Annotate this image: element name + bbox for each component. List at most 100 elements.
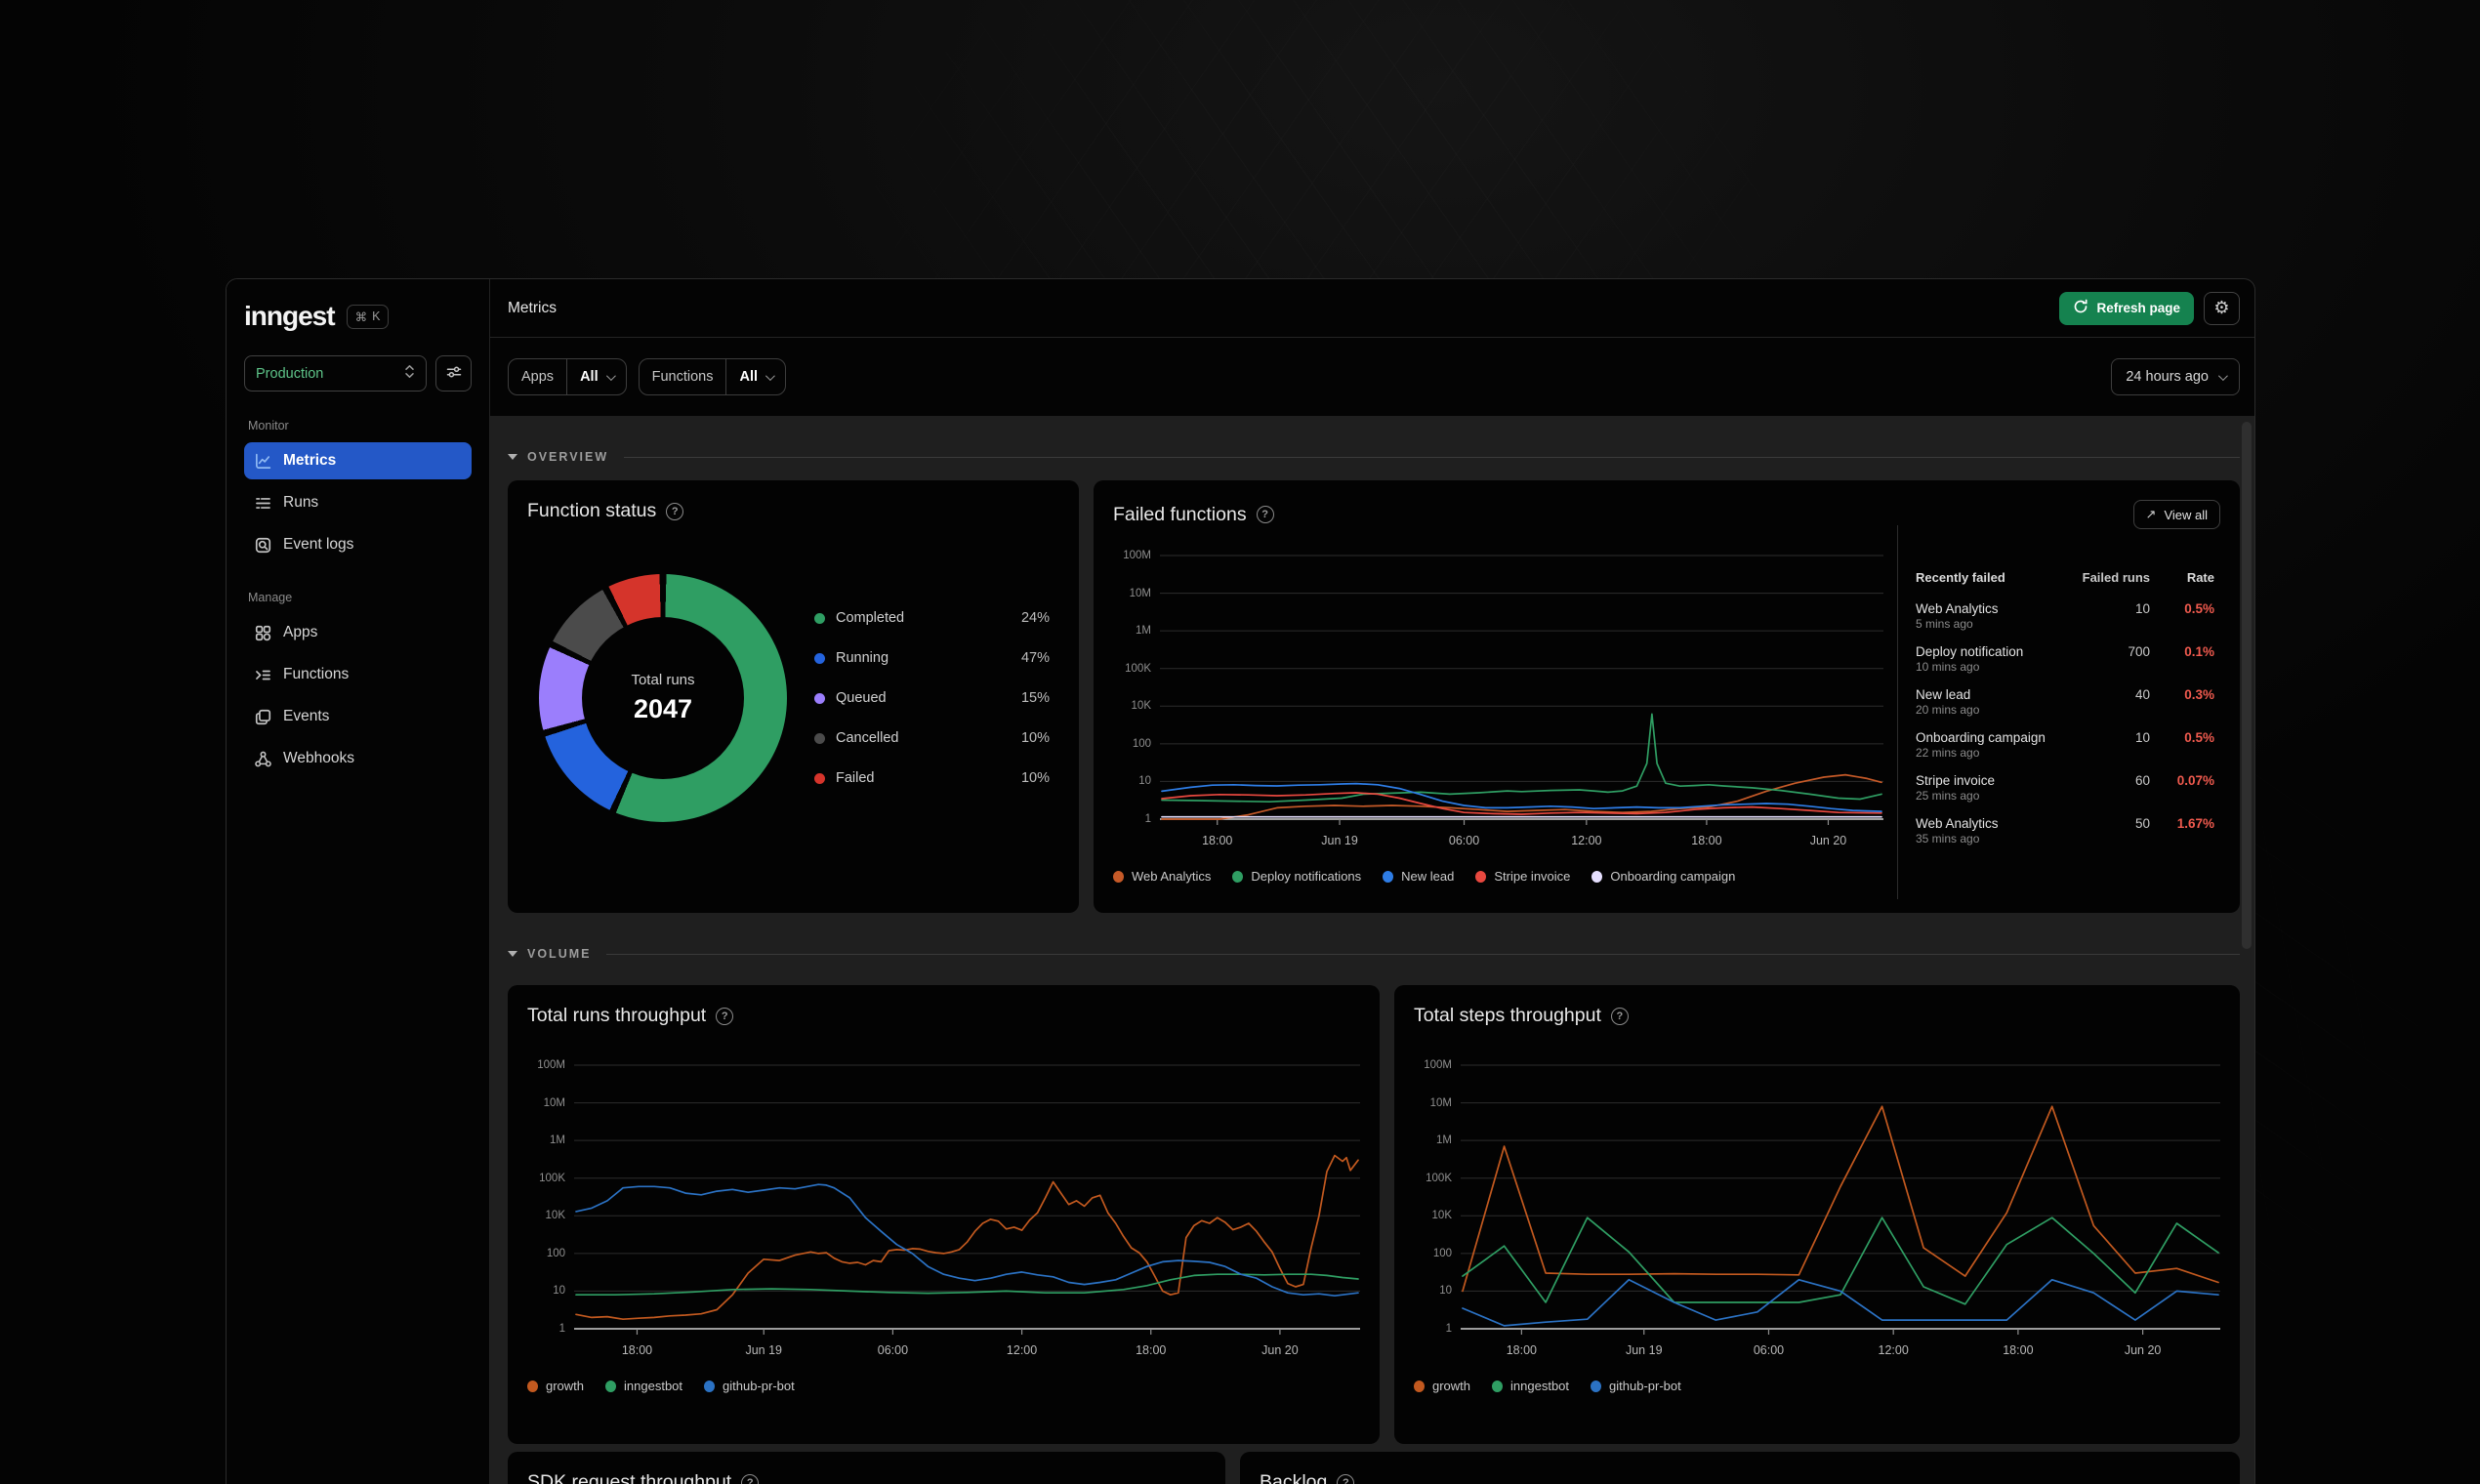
failed-runs-value: 60 [2134, 773, 2150, 788]
legend-label: growth [1432, 1379, 1471, 1393]
failed-function-time: 10 mins ago [1916, 660, 1980, 674]
refresh-icon [2073, 299, 2088, 317]
x-tick-label: Jun 20 [1261, 1343, 1299, 1357]
scrollbar-thumb[interactable] [2242, 422, 2252, 949]
functions-icon [254, 666, 272, 684]
chevron-down-icon [765, 370, 775, 381]
failed-runs-value: 700 [2128, 644, 2150, 659]
legend-dot [1232, 870, 1244, 883]
table-row[interactable]: Onboarding campaign 22 mins ago 10 0.5% [1916, 723, 2214, 766]
table-row[interactable]: Stripe invoice 25 mins ago 60 0.07% [1916, 766, 2214, 809]
failed-function-time: 5 mins ago [1916, 617, 1973, 631]
legend-item-web-analytics: Web Analytics [1113, 869, 1211, 884]
nav-section-label-monitor: Monitor [248, 419, 289, 433]
legend-percentage: 10% [1020, 730, 1050, 746]
help-icon[interactable]: ? [1610, 1007, 1629, 1025]
settings-button[interactable]: ⚙ [2204, 291, 2240, 325]
y-tick-label: 100M [537, 1059, 565, 1071]
x-tick-label: 18:00 [1202, 834, 1233, 847]
functions-filter[interactable]: Functions All [638, 358, 786, 395]
failed-runs-value: 50 [2134, 816, 2150, 831]
x-tick-label: 18:00 [1136, 1343, 1167, 1357]
chart-svg [574, 1064, 1360, 1335]
legend-dot [1113, 870, 1124, 883]
help-icon[interactable]: ? [666, 502, 684, 520]
table-row[interactable]: New lead 20 mins ago 40 0.3% [1916, 680, 2214, 723]
failed-rate-value: 0.5% [2184, 601, 2214, 616]
col-rate: Rate [2186, 570, 2214, 585]
help-icon[interactable]: ? [1256, 506, 1274, 523]
sidebar-item-metrics[interactable]: Metrics [244, 442, 472, 479]
y-tick-label: 10K [1431, 1210, 1452, 1222]
y-axis-labels: 100M 10M 1M 100K 10K 100 10 1 [527, 1059, 574, 1338]
plot-area: 18:00 Jun 19 06:00 12:00 18:00 Jun 20 [1160, 555, 1883, 859]
collapse-triangle-icon[interactable] [508, 951, 517, 957]
legend-label: inngestbot [1510, 1379, 1570, 1393]
legend-dot [814, 732, 825, 744]
table-row[interactable]: Web Analytics 5 mins ago 10 0.5% [1916, 595, 2214, 638]
environment-select[interactable]: Production [244, 355, 427, 392]
legend-dot [1492, 1380, 1504, 1392]
legend-dot [814, 652, 825, 664]
sdk-request-throughput-card: SDK request throughput ? [508, 1452, 1225, 1484]
sidebar-item-functions[interactable]: Functions [244, 656, 472, 693]
legend-item-queued: Queued 15% [814, 690, 1050, 706]
x-tick-label: 06:00 [877, 1343, 909, 1357]
col-failed-runs: Failed runs [2082, 570, 2150, 585]
plot-area: 18:00 Jun 19 06:00 12:00 18:00 Jun 20 [574, 1064, 1360, 1369]
time-range-select[interactable]: 24 hours ago [2111, 358, 2240, 395]
webhooks-icon [254, 750, 272, 768]
y-tick-label: 1M [1136, 625, 1151, 638]
x-tick-label: Jun 20 [1809, 834, 1847, 847]
failed-function-name: Web Analytics [1916, 601, 1999, 616]
table-row[interactable]: Web Analytics 35 mins ago 50 1.67% [1916, 809, 2214, 852]
x-tick-label: Jun 20 [2124, 1343, 2162, 1357]
help-icon[interactable]: ? [716, 1007, 734, 1025]
legend-dot [1414, 1380, 1425, 1392]
refresh-page-button[interactable]: Refresh page [2059, 291, 2194, 325]
sidebar: inngest ⌘ K Production Monitor Metrics Run… [227, 279, 490, 1484]
apps-filter[interactable]: Apps All [508, 358, 627, 395]
x-tick-label: Jun 19 [1625, 1343, 1663, 1357]
y-tick-label: 100 [546, 1247, 565, 1259]
sidebar-item-label: Event logs [283, 536, 354, 553]
failed-rate-value: 0.3% [2184, 687, 2214, 702]
legend-item-stripe-invoice: Stripe invoice [1475, 869, 1570, 884]
sidebar-item-event-logs[interactable]: Event logs [244, 526, 472, 563]
y-tick-label: 100K [1125, 662, 1151, 675]
collapse-triangle-icon[interactable] [508, 454, 517, 460]
series-growth [575, 1154, 1359, 1321]
series-github-pr-bot [1462, 1278, 2219, 1327]
sidebar-item-apps[interactable]: Apps [244, 614, 472, 651]
sidebar-item-webhooks[interactable]: Webhooks [244, 740, 472, 777]
view-all-button[interactable]: ↗ View all [2132, 500, 2220, 529]
legend-label: Running [836, 650, 889, 666]
legend-item-deploy-notifications: Deploy notifications [1232, 869, 1361, 884]
volume-section-header: VOLUME [508, 944, 2240, 964]
y-tick-label: 10K [545, 1210, 565, 1222]
y-tick-label: 1M [1436, 1134, 1452, 1147]
command-k-shortcut[interactable]: ⌘ K [346, 304, 390, 329]
help-icon[interactable]: ? [1337, 1473, 1355, 1484]
x-tick-label: Jun 19 [1321, 834, 1358, 847]
sidebar-item-events[interactable]: Events [244, 698, 472, 735]
y-tick-label: 100 [1132, 737, 1151, 750]
failed-runs-value: 10 [2134, 730, 2150, 745]
x-tick-label: 06:00 [1448, 834, 1480, 847]
table-row[interactable]: Deploy notification 10 mins ago 700 0.1% [1916, 638, 2214, 680]
y-tick-label: 100K [539, 1172, 565, 1184]
failed-functions-chart: 100M 10M 1M 100K 10K 100 10 1 18:00 Jun 19 06:00 12… [1113, 535, 1883, 893]
help-icon[interactable]: ? [741, 1473, 760, 1484]
legend-dot [1475, 870, 1487, 883]
x-tick-label: 12:00 [1571, 834, 1602, 847]
failed-function-name: Onboarding campaign [1916, 730, 2046, 745]
total-steps-throughput-chart: 100M 10M 1M 100K 10K 100 10 1 18:00 Jun 19 06:00 12… [1414, 1059, 2220, 1393]
sidebar-item-label: Apps [283, 624, 318, 640]
chart-svg [1160, 555, 1883, 825]
chart-legend: Web Analytics Deploy notifications New l… [1113, 869, 1883, 884]
env-filter-button[interactable] [435, 355, 472, 392]
sidebar-item-runs[interactable]: Runs [244, 484, 472, 521]
y-tick-label: 1M [550, 1134, 565, 1147]
legend-item-inngestbot: inngestbot [605, 1379, 682, 1393]
legend-label: github-pr-bot [723, 1379, 795, 1393]
